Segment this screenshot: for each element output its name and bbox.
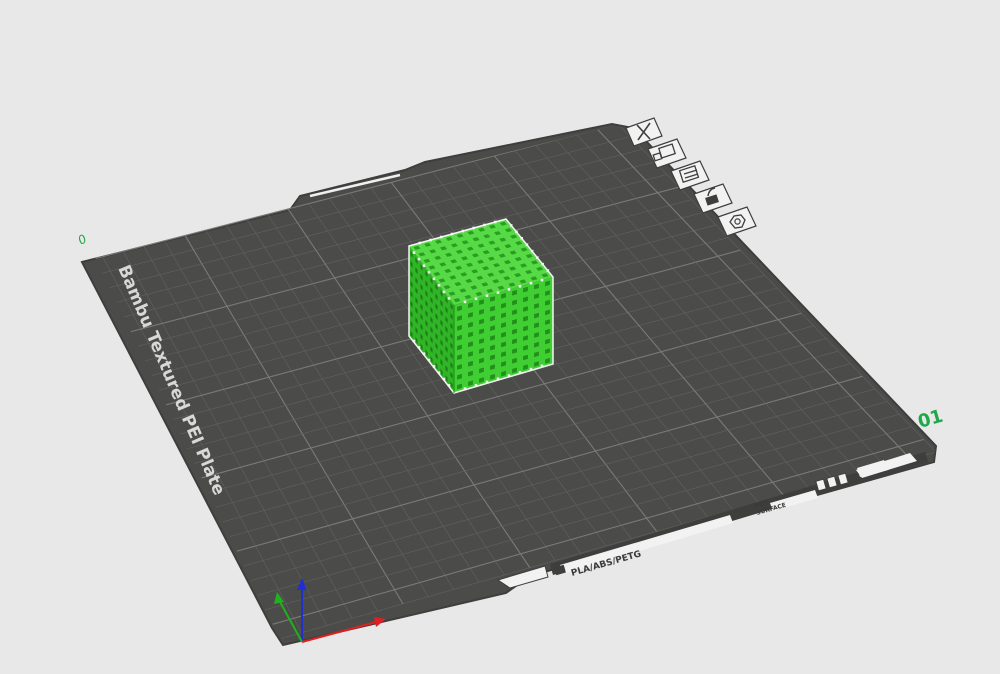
lattice-pore [540,278,544,282]
plate-surface[interactable] [80,122,938,647]
lattice-pore [529,281,533,285]
lattice-pore [417,257,421,261]
build-plate[interactable]: Bambu Textured PEI Plate PLA/ABS/PETG HO… [80,122,938,647]
plate-number[interactable]: 01 [916,406,946,433]
lattice-pore [442,290,446,294]
lattice-pore [447,297,451,300]
lattice-pore [427,270,431,274]
lattice-pore [463,300,467,304]
lattice-pore [496,291,500,294]
lattice-pore [507,288,511,291]
lattice-pore [422,264,426,267]
lattice-pore [485,294,489,297]
plate-corner-mark: 0 [76,231,90,247]
lattice-pore [437,284,441,287]
lattice-pore [412,251,416,254]
lattice-pore [518,285,522,288]
lattice-pore [432,277,436,281]
3d-viewport[interactable]: Bambu Textured PEI Plate PLA/ABS/PETG HO… [0,0,1000,670]
lattice-pore [474,297,478,301]
scene-canvas[interactable]: Bambu Textured PEI Plate PLA/ABS/PETG HO… [0,0,1000,670]
